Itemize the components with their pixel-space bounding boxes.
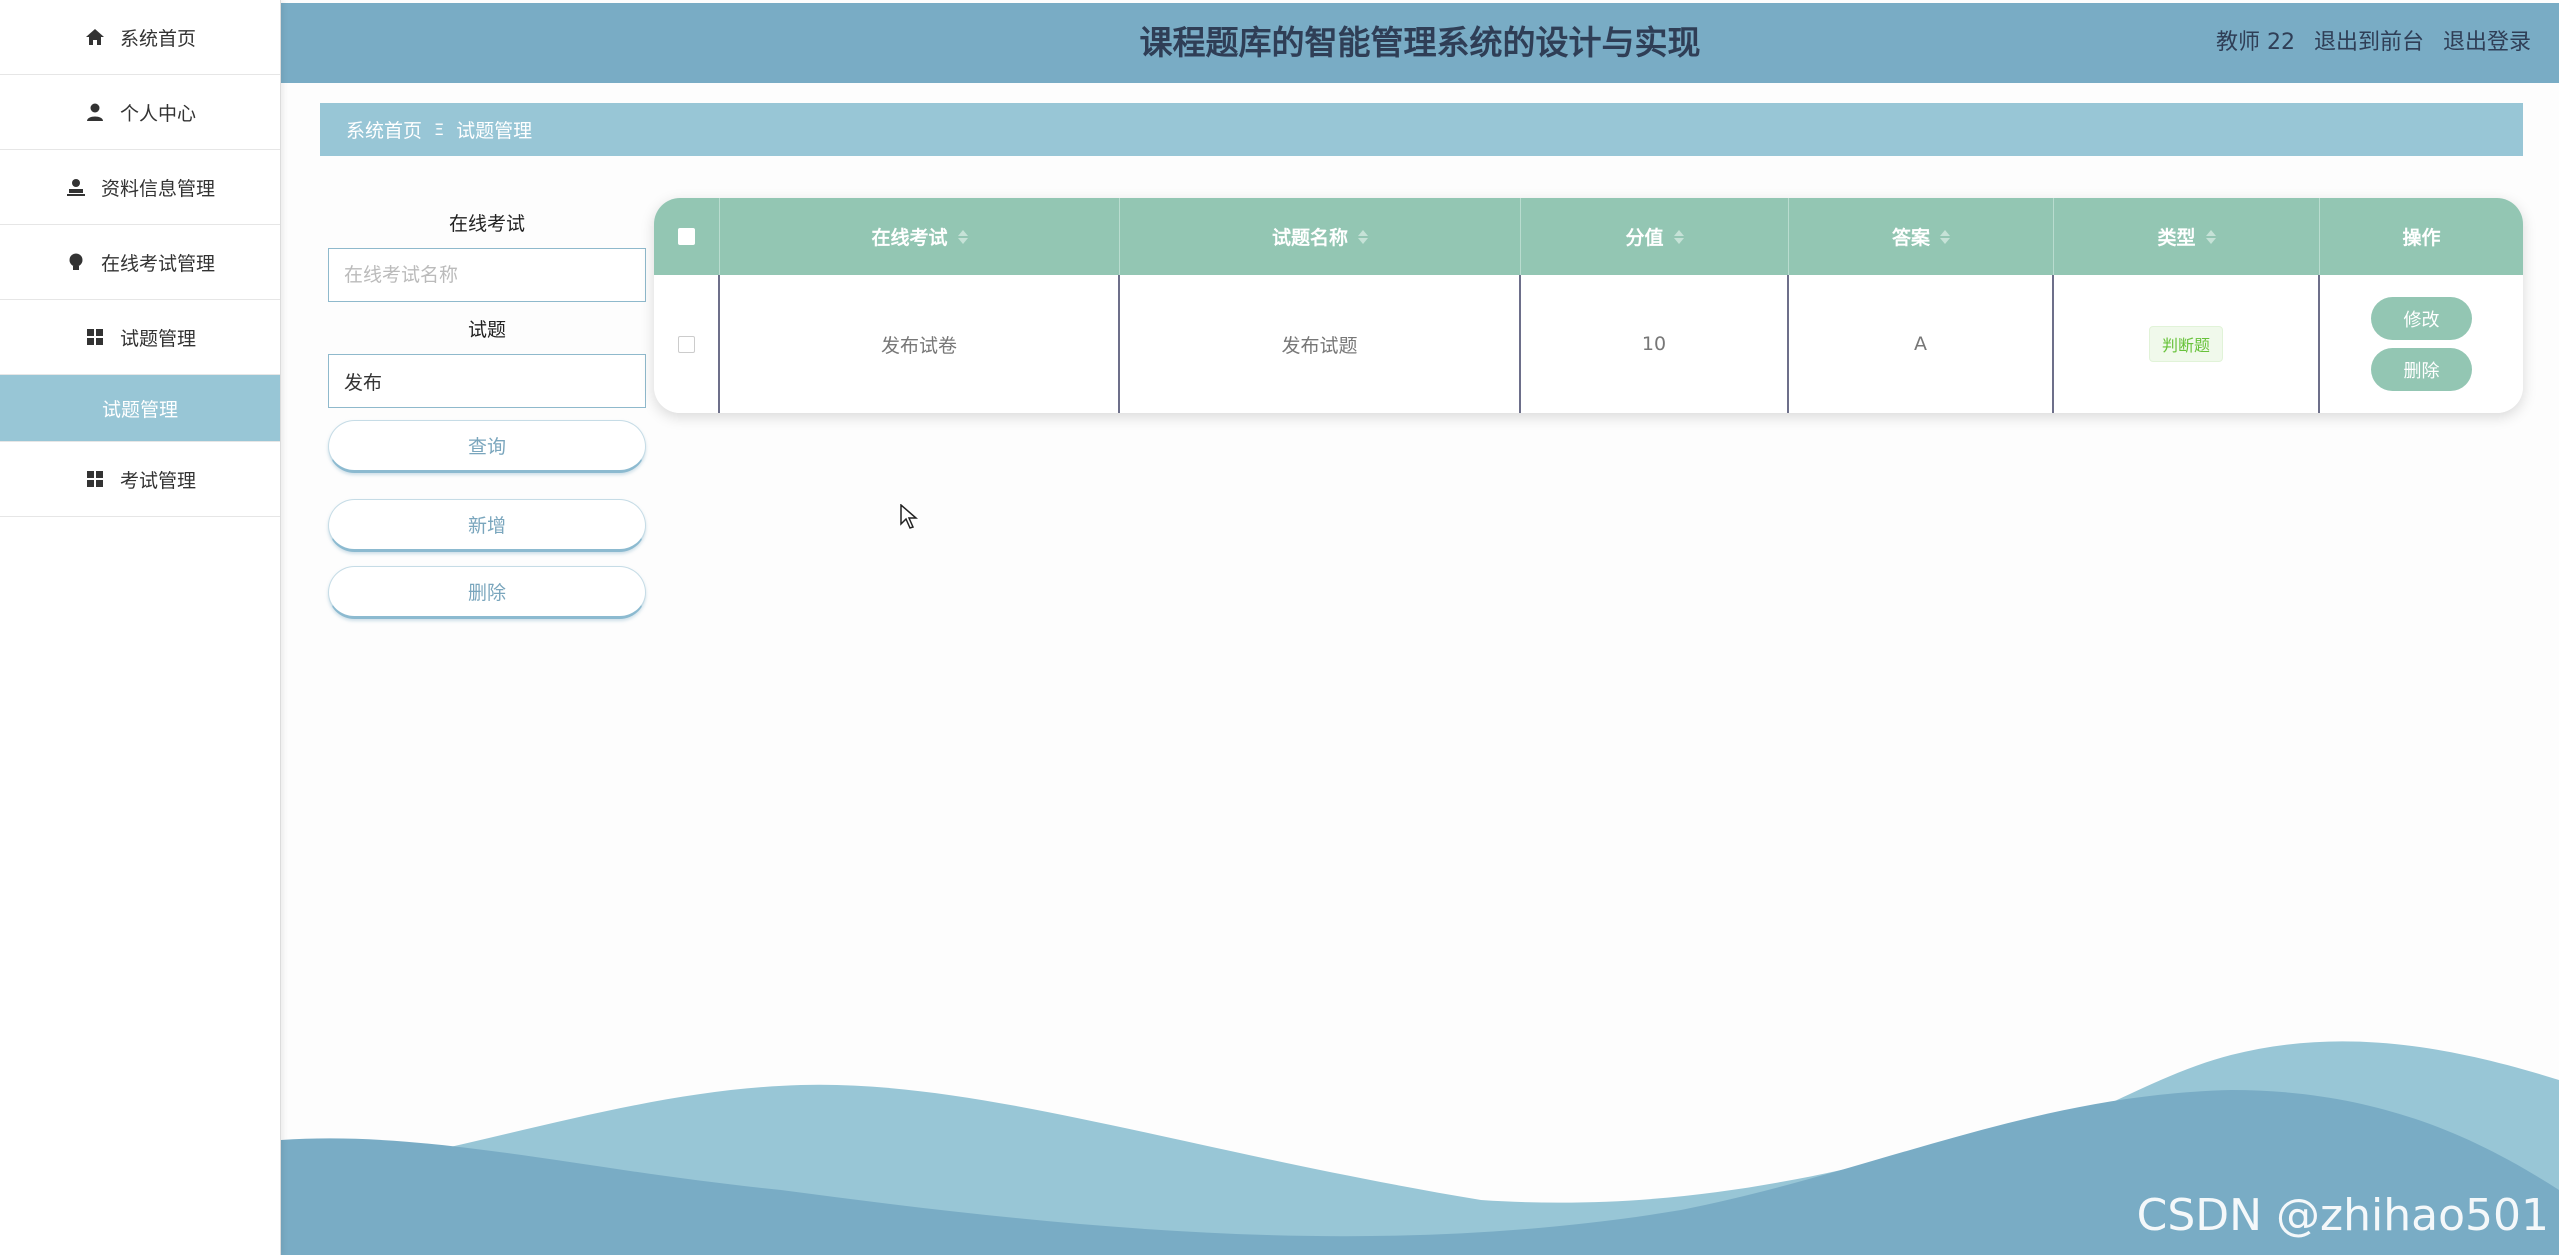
mouse-cursor-icon	[900, 503, 919, 534]
sidebar-item-questions[interactable]: 试题管理	[0, 300, 280, 375]
edit-button[interactable]: 修改	[2371, 297, 2472, 340]
sidebar-item-label: 试题管理	[102, 398, 179, 421]
row-select-cell	[654, 275, 720, 413]
bulb-icon	[65, 251, 87, 273]
user-card-icon	[65, 176, 87, 198]
cell-type: 判断题	[2054, 275, 2320, 413]
sort-icon[interactable]	[1673, 229, 1684, 244]
sidebar-item-label: 资料信息管理	[100, 177, 215, 200]
sidebar: 系统首页 个人中心 资料信息管理 在线考试管理 试题管理 试题管理 考试管理	[0, 0, 281, 1255]
table-row: 发布试卷 发布试题 10 A 判断题 修改 删除	[654, 275, 2523, 413]
column-header-exam[interactable]: 在线考试	[720, 198, 1120, 275]
watermark: CSDN @zhihao501	[2136, 1190, 2549, 1241]
exam-label: 在线考试	[448, 213, 525, 235]
column-header-question[interactable]: 试题名称	[1120, 198, 1521, 275]
column-header-type[interactable]: 类型	[2054, 198, 2320, 275]
sidebar-item-label: 在线考试管理	[100, 252, 215, 275]
column-label: 类型	[2157, 227, 2196, 249]
cell-actions: 修改 删除	[2320, 275, 2523, 413]
home-icon	[84, 26, 106, 48]
sidebar-item-exams[interactable]: 考试管理	[0, 442, 280, 517]
exit-to-front-link[interactable]: 退出到前台	[2314, 30, 2424, 55]
select-all-checkbox[interactable]	[678, 228, 695, 245]
column-label: 在线考试	[871, 227, 948, 249]
column-header-answer[interactable]: 答案	[1789, 198, 2054, 275]
exam-name-input[interactable]	[328, 248, 646, 302]
column-label: 操作	[2402, 227, 2441, 249]
cell-question: 发布试题	[1120, 275, 1521, 413]
question-input[interactable]	[328, 354, 646, 408]
table-header: 在线考试 试题名称 分值 答案 类型 操作	[654, 198, 2523, 275]
add-button[interactable]: 新增	[328, 499, 646, 552]
sidebar-item-profile[interactable]: 个人中心	[0, 75, 280, 150]
logout-link[interactable]: 退出登录	[2443, 30, 2531, 55]
grid-icon	[84, 468, 106, 490]
breadcrumb: 系统首页 Ξ 试题管理	[320, 103, 2523, 156]
breadcrumb-home[interactable]: 系统首页	[346, 116, 422, 143]
column-header-actions: 操作	[2320, 198, 2523, 275]
type-badge: 判断题	[2148, 326, 2223, 362]
column-label: 答案	[1891, 227, 1930, 249]
top-header: 课程题库的智能管理系统的设计与实现 教师 22 退出到前台 退出登录	[281, 3, 2559, 83]
sort-icon[interactable]	[1358, 229, 1368, 244]
sidebar-item-label: 个人中心	[119, 102, 196, 125]
sort-icon[interactable]	[1940, 229, 1950, 244]
user-icon	[84, 101, 106, 123]
column-label: 分值	[1625, 227, 1664, 249]
sort-icon[interactable]	[957, 229, 968, 244]
cell-exam: 发布试卷	[720, 275, 1120, 413]
questions-table: 在线考试 试题名称 分值 答案 类型 操作 发布试卷 发布试题 10 A 判断题…	[654, 198, 2523, 413]
sidebar-item-label: 考试管理	[119, 469, 196, 492]
sidebar-item-label: 系统首页	[119, 27, 196, 50]
batch-delete-button[interactable]: 删除	[328, 566, 646, 619]
grid-icon	[84, 326, 106, 348]
search-panel: 在线考试 试题 查询 新增 删除	[328, 208, 646, 619]
breadcrumb-current: 试题管理	[456, 120, 533, 142]
cell-answer: A	[1789, 275, 2054, 413]
sidebar-item-label: 试题管理	[119, 327, 196, 350]
column-header-score[interactable]: 分值	[1521, 198, 1789, 275]
current-user: 教师 22	[2215, 30, 2295, 55]
decorative-waves: CSDN @zhihao501	[281, 1030, 2559, 1255]
breadcrumb-separator: Ξ	[434, 120, 445, 139]
query-button[interactable]: 查询	[328, 420, 646, 473]
sidebar-item-home[interactable]: 系统首页	[0, 0, 280, 75]
question-label: 试题	[467, 319, 506, 341]
row-checkbox[interactable]	[677, 335, 695, 353]
delete-button[interactable]: 删除	[2371, 348, 2472, 391]
sidebar-item-online-exam[interactable]: 在线考试管理	[0, 225, 280, 300]
sidebar-item-materials[interactable]: 资料信息管理	[0, 150, 280, 225]
header-user-menu: 教师 22 退出到前台 退出登录	[2216, 3, 2531, 83]
select-all-cell	[654, 198, 720, 275]
sort-icon[interactable]	[2205, 229, 2216, 244]
column-label: 试题名称	[1271, 227, 1348, 249]
sidebar-subitem-questions[interactable]: 试题管理	[0, 375, 280, 442]
cell-score: 10	[1521, 275, 1789, 413]
